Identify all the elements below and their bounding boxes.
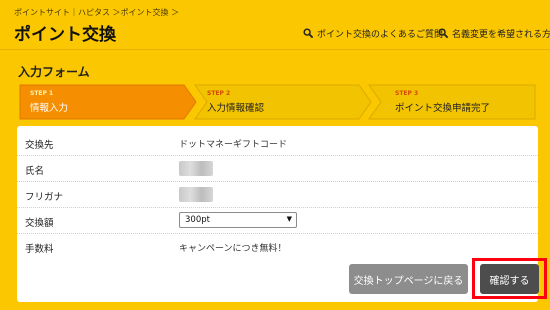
header-divider — [0, 49, 550, 50]
row-label: フリガナ — [25, 192, 64, 203]
row-label: 手数料 — [25, 244, 54, 255]
step-1: STEP 1 情報入力 — [18, 84, 198, 120]
name-change-link[interactable]: 名義変更を希望される方 — [438, 27, 550, 40]
redacted-furigana — [179, 187, 213, 202]
chevron-down-icon: ▼ — [286, 215, 292, 223]
name-change-link-label: 名義変更を希望される方 — [452, 30, 550, 40]
step-1-number: STEP 1 — [30, 90, 54, 97]
step-2: STEP 2 入力情報確認 — [193, 84, 373, 120]
row-fee: 手数料 キャンペーンにつき無料！ — [17, 234, 538, 259]
page-title: ポイント交換 — [14, 25, 116, 45]
step-1-label: 情報入力 — [30, 103, 69, 114]
row-exchange-target: 交換先 ドットマネーギフトコード — [17, 130, 538, 156]
back-to-exchange-top-button[interactable]: 交換トップページに戻る — [349, 264, 468, 294]
exchange-target-value: ドットマネーギフトコード — [179, 140, 288, 150]
exchange-amount-select[interactable]: 300pt ▼ — [179, 212, 297, 228]
step-3: STEP 3 ポイント交換申請完了 — [367, 84, 537, 120]
step-3-label: ポイント交換申請完了 — [395, 103, 491, 114]
row-name: 氏名 — [17, 156, 538, 182]
confirm-button[interactable]: 確認する — [480, 264, 539, 294]
step-2-label: 入力情報確認 — [207, 103, 265, 114]
redacted-name — [179, 161, 213, 176]
exchange-amount-selected: 300pt — [185, 215, 210, 225]
breadcrumb[interactable]: ポイントサイト｜ハピタス ＞ポイント交換 ＞ — [14, 7, 179, 18]
row-label: 氏名 — [25, 166, 45, 177]
search-icon — [438, 28, 449, 39]
row-label: 交換先 — [25, 140, 54, 151]
row-label: 交換額 — [25, 218, 54, 229]
step-3-number: STEP 3 — [395, 90, 419, 97]
faq-link[interactable]: ポイント交換のよくあるご質問 — [303, 27, 443, 40]
form-title: 入力フォーム — [18, 65, 90, 79]
step-2-number: STEP 2 — [207, 90, 231, 97]
faq-link-label: ポイント交換のよくあるご質問 — [317, 30, 444, 40]
row-furigana: フリガナ — [17, 182, 538, 208]
fee-value: キャンペーンにつき無料！ — [179, 244, 287, 254]
search-icon — [303, 28, 314, 39]
row-exchange-amount: 交換額 300pt ▼ — [17, 208, 538, 234]
step-indicator: STEP 1 情報入力 STEP 2 入力情報確認 STEP 3 ポイント交換申… — [18, 84, 537, 120]
